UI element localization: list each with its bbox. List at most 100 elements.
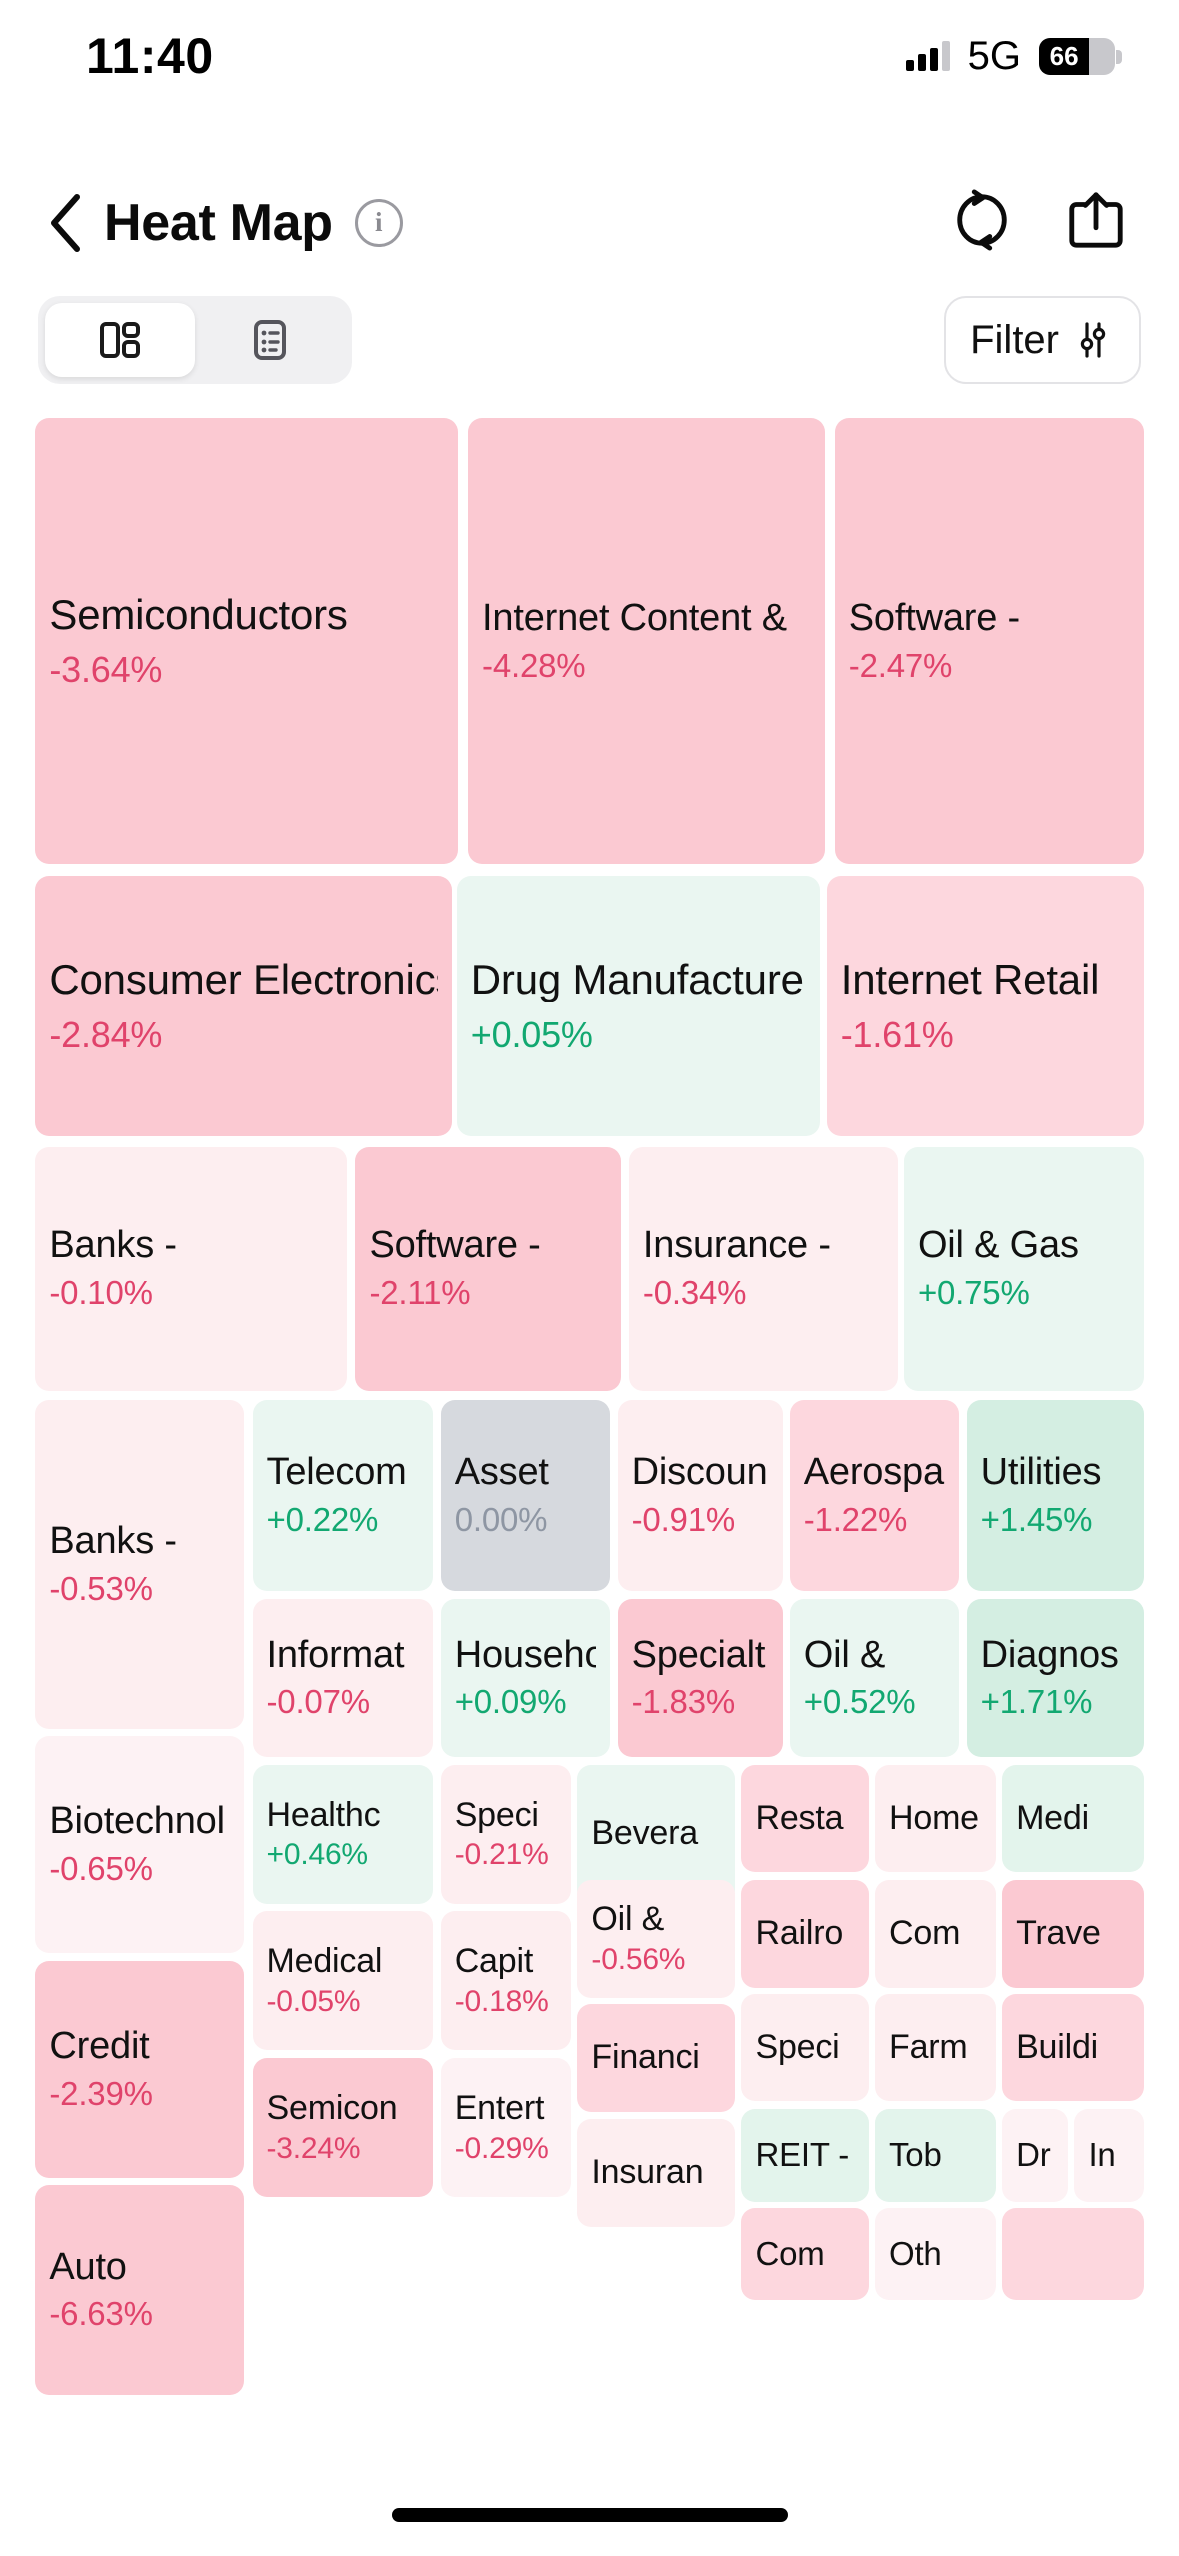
heatmap-tile[interactable]: Software - -2.47% — [834, 418, 1144, 864]
heatmap-tile[interactable]: Oth — [875, 2207, 996, 2301]
sliders-icon — [1080, 322, 1106, 358]
heatmap-tile[interactable]: Drug Manufacturers +0.05% — [456, 875, 821, 1137]
heatmap-tile[interactable]: Banks - -0.10% — [35, 1146, 348, 1391]
heatmap-tile[interactable]: Internet Retail -1.61% — [826, 875, 1144, 1137]
tile-sector-label: Tob — [889, 2137, 942, 2173]
tile-sector-label: Entert — [454, 2090, 545, 2127]
heatmap-tile[interactable]: Speci — [741, 1993, 869, 2102]
heatmap-tile[interactable]: Insurance - -0.34% — [628, 1146, 898, 1391]
heatmap-tile[interactable]: Informat -0.07% — [252, 1598, 433, 1758]
tile-sector-label: Trave — [1016, 1915, 1101, 1952]
heatmap-tile[interactable]: Dr — [1002, 2108, 1068, 2202]
heatmap-tile[interactable]: Oil & +0.52% — [789, 1598, 959, 1758]
tile-percent-change: 0.00% — [454, 1500, 548, 1538]
heatmap-tile[interactable]: Auto -6.63% — [35, 2185, 245, 2395]
heatmap-tile[interactable]: Credit -2.39% — [35, 1960, 245, 2178]
heatmap-tile[interactable]: Financi — [577, 2004, 736, 2112]
heatmap-tile[interactable]: Medical -0.05% — [252, 1911, 433, 2051]
heatmap-tile[interactable]: In — [1074, 2108, 1144, 2202]
heatmap-tile[interactable]: Tob — [875, 2108, 996, 2202]
heatmap-tile[interactable]: Capit -0.18% — [440, 1911, 571, 2051]
heatmap-tile[interactable]: Farm — [875, 1993, 996, 2102]
heatmap-tile[interactable]: Railro — [741, 1879, 869, 1988]
tile-percent-change: -2.39% — [49, 2074, 153, 2112]
battery-icon: 66 — [1039, 37, 1122, 75]
tile-sector-label: Railro — [755, 1915, 844, 1952]
list-view-tab[interactable] — [195, 303, 345, 377]
tile-percent-change: -2.47% — [848, 646, 953, 684]
tile-percent-change: -6.63% — [49, 2295, 153, 2333]
tile-sector-label: Dr — [1016, 2137, 1051, 2173]
info-glyph: i — [375, 207, 383, 237]
heatmap-tile[interactable]: Discoun -0.91% — [617, 1399, 784, 1592]
tile-sector-label: Banks - — [49, 1226, 177, 1267]
back-button[interactable] — [34, 192, 96, 254]
tile-percent-change: -3.24% — [266, 2131, 361, 2165]
tile-percent-change: -1.83% — [631, 1683, 736, 1721]
refresh-button[interactable] — [951, 189, 1013, 256]
tile-sector-label: Auto — [49, 2247, 127, 2288]
heatmap-tile[interactable]: Utilities +1.45% — [966, 1399, 1144, 1592]
page-title: Heat Map — [104, 193, 333, 252]
heatmap-tile[interactable]: Specialt -1.83% — [617, 1598, 784, 1758]
nav-actions — [951, 189, 1127, 256]
heatmap-tile[interactable]: Semiconductors -3.64% — [35, 418, 459, 864]
heatmap-tile[interactable]: Asset 0.00% — [440, 1399, 610, 1592]
tile-sector-label: Semiconductors — [49, 592, 348, 638]
heatmap-tile[interactable]: Househo +0.09% — [440, 1598, 610, 1758]
tile-sector-label: Speci — [755, 2029, 840, 2066]
view-mode-segmented-control[interactable] — [38, 296, 352, 384]
heatmap-tile[interactable]: Trave — [1002, 1879, 1144, 1988]
heatmap-tile[interactable]: Com — [875, 1879, 996, 1988]
tile-sector-label: Househo — [454, 1635, 596, 1676]
heatmap-tile[interactable]: Software - -2.11% — [355, 1146, 621, 1391]
tile-sector-label: Insurance - — [642, 1226, 831, 1267]
heatmap-tile[interactable]: Oil & Gas +0.75% — [903, 1146, 1144, 1391]
tile-sector-label: Oil & — [591, 1902, 665, 1938]
heatmap-tile[interactable]: Aerospa -1.22% — [789, 1399, 959, 1592]
tile-percent-change: +1.71% — [980, 1683, 1093, 1721]
home-indicator — [391, 2508, 788, 2522]
tile-percent-change: +0.75% — [917, 1274, 1030, 1312]
heatmap-tile[interactable]: Telecom +0.22% — [252, 1399, 433, 1592]
heatmap-tile[interactable]: Oil & -0.56% — [577, 1879, 736, 1998]
heatmap-tile[interactable]: Speci -0.21% — [440, 1764, 571, 1904]
heatmap-tile[interactable]: Home — [875, 1764, 996, 1873]
heatmap-tile[interactable]: Resta — [741, 1764, 869, 1873]
tile-sector-label: Discoun — [631, 1453, 768, 1493]
tile-sector-label: Com — [889, 1915, 961, 1952]
tile-percent-change: -0.05% — [266, 1984, 361, 2018]
heatmap-tile[interactable] — [1002, 2207, 1144, 2301]
tile-sector-label: Capit — [454, 1944, 534, 1980]
list-view-icon — [254, 320, 286, 360]
tile-sector-label: Bevera — [591, 1816, 698, 1853]
heatmap-tile[interactable]: Internet Content & -4.28% — [468, 418, 826, 864]
tile-percent-change: +0.22% — [266, 1500, 379, 1538]
tile-percent-change: -3.64% — [49, 649, 163, 691]
tile-sector-label: Biotechnol — [49, 1802, 225, 1843]
heatmap-tile[interactable]: REIT - — [741, 2108, 869, 2202]
heatmap-tile[interactable]: Diagnos +1.71% — [966, 1598, 1144, 1758]
heatmap-tile[interactable]: Com — [741, 2207, 869, 2301]
tile-percent-change: -0.34% — [642, 1274, 747, 1312]
tile-percent-change: +1.45% — [980, 1500, 1093, 1538]
heatmap-tile[interactable]: Biotechnol -0.65% — [35, 1736, 245, 1954]
heatmap-tile[interactable]: Banks - -0.53% — [35, 1399, 245, 1729]
heatmap-tile[interactable]: Medi — [1002, 1764, 1144, 1873]
tile-percent-change: -0.07% — [266, 1683, 371, 1721]
info-circle-icon[interactable]: i — [354, 198, 403, 247]
tile-sector-label: In — [1088, 2137, 1116, 2173]
heatmap-tile[interactable]: Healthc +0.46% — [252, 1764, 433, 1904]
filter-button[interactable]: Filter — [944, 296, 1141, 384]
heatmap-tile[interactable]: Insuran — [577, 2119, 736, 2227]
share-button[interactable] — [1065, 189, 1127, 256]
heatmap-tile[interactable]: Consumer Electronics -2.84% — [35, 875, 452, 1137]
heatmap-tile[interactable]: Entert -0.29% — [440, 2057, 571, 2198]
tile-percent-change: -0.65% — [49, 1850, 153, 1888]
heatmap-tile[interactable]: Semicon -3.24% — [252, 2057, 433, 2198]
tile-sector-label: Diagnos — [980, 1635, 1119, 1676]
grid-view-icon — [100, 322, 140, 358]
heatmap-tile[interactable]: Buildi — [1002, 1993, 1144, 2102]
status-time: 11:40 — [86, 28, 214, 84]
grid-view-tab[interactable] — [45, 303, 195, 377]
